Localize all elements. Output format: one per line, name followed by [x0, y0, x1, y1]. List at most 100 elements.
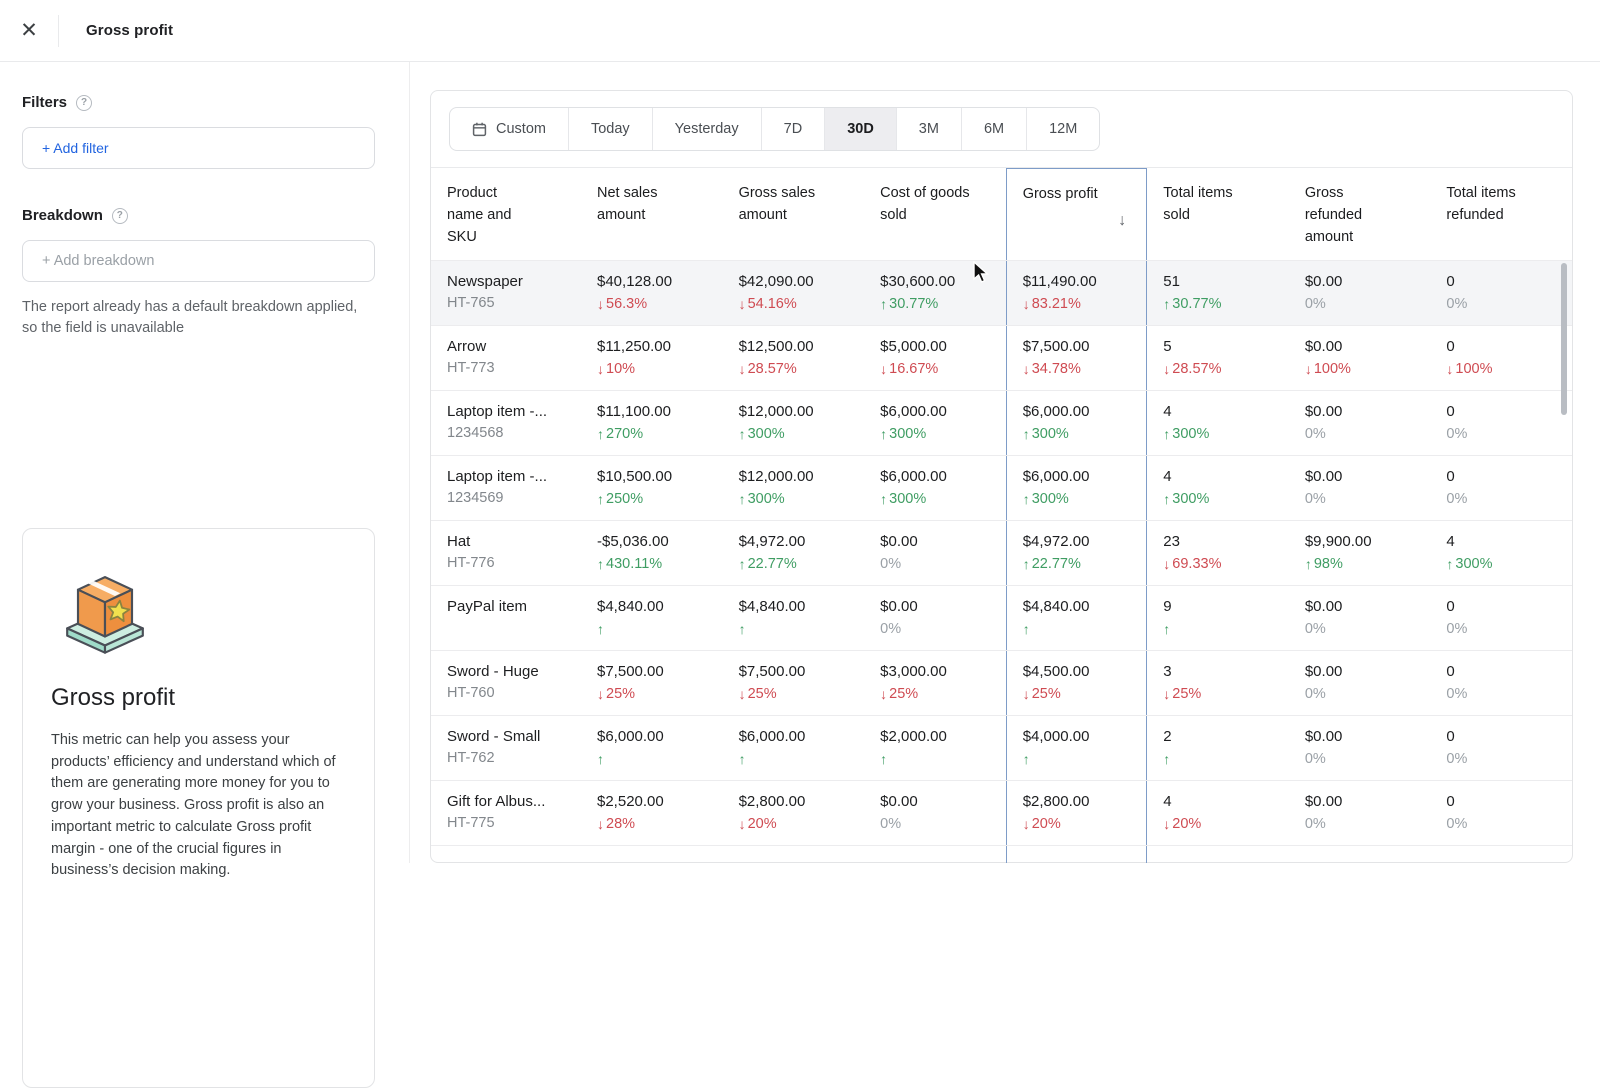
cell-change: ↓ 25%: [1163, 686, 1273, 702]
cell-value: $12,000.00: [738, 403, 814, 421]
tab-today[interactable]: Today: [567, 108, 652, 150]
table-row[interactable]: Sword - Small HT-762 $6,000.00 ↑ $6,000.00 ↑ $…: [431, 715, 1572, 781]
arrow-down-icon: ↓: [1446, 361, 1454, 378]
cell-net_sales_amount: $11,250.00 ↓ 10%: [581, 326, 723, 390]
change-percent: 34.78%: [1031, 361, 1081, 378]
cell-value: $0.00: [880, 598, 918, 616]
cell-gross_profit: $7,500.00 ↓ 34.78%: [1005, 326, 1148, 391]
table-row[interactable]: PayPal item $4,840.00 ↑ $4,840.00 ↑ $0.00 0% $4…: [431, 585, 1572, 651]
add-filter-label: + Add filter: [42, 140, 109, 156]
arrow-up-icon: ↑: [738, 491, 746, 508]
arrow-up-icon: ↑: [1163, 491, 1171, 508]
cell-change: ↑ 30.77%: [880, 296, 990, 312]
cell-change: 0%: [1446, 296, 1556, 312]
tab-label: 3M: [918, 121, 939, 137]
arrow-up-icon: ↑: [1163, 751, 1171, 768]
cell-value: 4: [1163, 793, 1172, 811]
cell-value: $11,250.00: [597, 338, 671, 356]
column-label: Net sales amount: [597, 185, 658, 223]
column-header-net_sales_amount[interactable]: Net sales amount: [581, 168, 723, 260]
tab-6m[interactable]: 6M: [960, 108, 1026, 150]
cell-value: 4: [1446, 533, 1455, 551]
cell-change: 0%: [1305, 621, 1415, 637]
breakdown-section-heading: Breakdown ?: [22, 207, 375, 224]
cell-change: ↓ 100%: [1305, 361, 1415, 377]
cell-product: Sword - Small HT-762: [431, 716, 581, 780]
arrow-up-icon: ↑: [1163, 621, 1171, 638]
product-sku: 1234568: [447, 425, 504, 442]
cell-cost_of_goods_sold: [864, 846, 1006, 863]
change-percent: 25%: [606, 686, 636, 703]
cell-value: $0.00: [1304, 728, 1343, 746]
change-percent: 0%: [1446, 751, 1468, 768]
cell-gross_refunded_amount: $0.00 ↓ 100%: [1289, 326, 1431, 390]
cell-gross_profit: [1005, 846, 1148, 864]
column-header-gross_sales_amount[interactable]: Gross sales amount: [723, 168, 865, 260]
table-row[interactable]: Sword - Huge HT-760 $7,500.00 ↓ 25% $7,500.00…: [431, 650, 1572, 716]
cell-value: 2: [1163, 728, 1172, 746]
cell-value: $30,600.00: [880, 273, 956, 291]
filters-help-icon[interactable]: ?: [76, 94, 93, 111]
cell-change: ↓ 25%: [597, 686, 707, 702]
column-header-gross_refunded_amount[interactable]: Gross refunded amount: [1289, 168, 1431, 260]
table-row[interactable]: Laptop item -... 1234568 $11,100.00 ↑ 270% $1…: [431, 390, 1572, 456]
vertical-scrollbar-thumb[interactable]: [1561, 263, 1567, 415]
cell-value: $5,000.00: [880, 338, 947, 356]
content-layout: Filters ? + Add filter Breakdown ? + Add…: [0, 62, 1600, 1088]
change-percent: 0%: [1446, 426, 1468, 443]
change-percent: 270%: [606, 426, 644, 443]
column-header-total_items_sold[interactable]: Total items sold: [1147, 168, 1289, 260]
tab-3m[interactable]: 3M: [895, 108, 961, 150]
product-name: Arrow: [447, 338, 487, 356]
add-breakdown-placeholder: + Add breakdown: [42, 253, 155, 269]
arrow-down-icon: ↓: [738, 361, 746, 378]
column-header-total_items_refunded[interactable]: Total items refunded: [1430, 168, 1572, 260]
cell-value: $0.00: [1304, 663, 1343, 681]
cell-total_items_sold: 2 ↑: [1147, 716, 1289, 780]
table-row[interactable]: Newspaper HT-765 $40,128.00 ↓ 56.3% $42,090.0…: [431, 260, 1572, 326]
sort-desc-icon[interactable]: ↓: [1118, 209, 1126, 233]
change-percent: 10%: [606, 361, 636, 378]
table-row[interactable]: Gift for Albus... HT-775 $2,520.00 ↓ 28% $2,8…: [431, 780, 1572, 846]
cell-gross_refunded_amount: $0.00 0%: [1289, 781, 1431, 845]
cell-value: 0: [1446, 273, 1455, 291]
metric-card-title: Gross profit: [51, 683, 176, 711]
change-percent: 20%: [1031, 816, 1061, 833]
arrow-down-icon: ↓: [738, 816, 746, 833]
table-row[interactable]: Hat HT-776 -$5,036.00 ↑ 430.11% $4,972.00 ↑ 22.…: [431, 520, 1572, 586]
arrow-up-icon: ↑: [597, 621, 604, 638]
table-row[interactable]: Arrow HT-773 $11,250.00 ↓ 10% $12,500.00 ↓ 28.5…: [431, 325, 1572, 391]
cell-change: ↑ 22.77%: [739, 556, 849, 572]
tab-label: 12M: [1049, 121, 1078, 137]
cell-value: 51: [1163, 273, 1180, 291]
cell-gross_profit: $6,000.00 ↑ 300%: [1005, 391, 1148, 456]
tab-7d[interactable]: 7D: [760, 108, 825, 150]
table-row[interactable]: Laptop item -... 1234569 $10,500.00 ↑ 250% $1…: [431, 455, 1572, 521]
change-percent: 22.77%: [747, 556, 797, 573]
tab-custom[interactable]: Custom: [450, 108, 568, 150]
close-icon[interactable]: ✕: [0, 0, 58, 62]
cell-change: ↑: [1163, 751, 1273, 767]
column-header-gross_profit[interactable]: Gross profit ↓: [1005, 168, 1148, 261]
column-header-cost_of_goods_sold[interactable]: Cost of goods sold: [864, 168, 1006, 260]
tab-yesterday[interactable]: Yesterday: [651, 108, 761, 150]
add-filter-button[interactable]: + Add filter: [22, 127, 375, 169]
table-body: Newspaper HT-765 $40,128.00 ↓ 56.3% $42,090.0…: [431, 260, 1572, 864]
cell-change: 0%: [1446, 426, 1556, 442]
product-sku: HT-773: [447, 360, 495, 377]
column-header-product[interactable]: Product name and SKU: [431, 168, 581, 260]
calendar-icon: [472, 122, 487, 136]
change-percent: 0%: [1304, 816, 1326, 833]
cell-change: ↑: [739, 751, 849, 767]
breakdown-help-icon[interactable]: ?: [111, 207, 128, 224]
cell-total_items_sold: [1147, 846, 1289, 863]
cell-cost_of_goods_sold: $0.00 0%: [864, 781, 1006, 845]
cell-change: ↑: [1163, 621, 1273, 637]
cell-change: 0%: [1305, 816, 1415, 832]
tab-30d[interactable]: 30D: [824, 108, 896, 150]
cell-value: $4,000.00: [1022, 728, 1090, 746]
product-sku: HT-765: [447, 295, 495, 312]
gross-profit-box-illustration: [66, 575, 144, 654]
tab-12m[interactable]: 12M: [1026, 108, 1099, 150]
arrow-down-icon: ↓: [597, 816, 604, 833]
